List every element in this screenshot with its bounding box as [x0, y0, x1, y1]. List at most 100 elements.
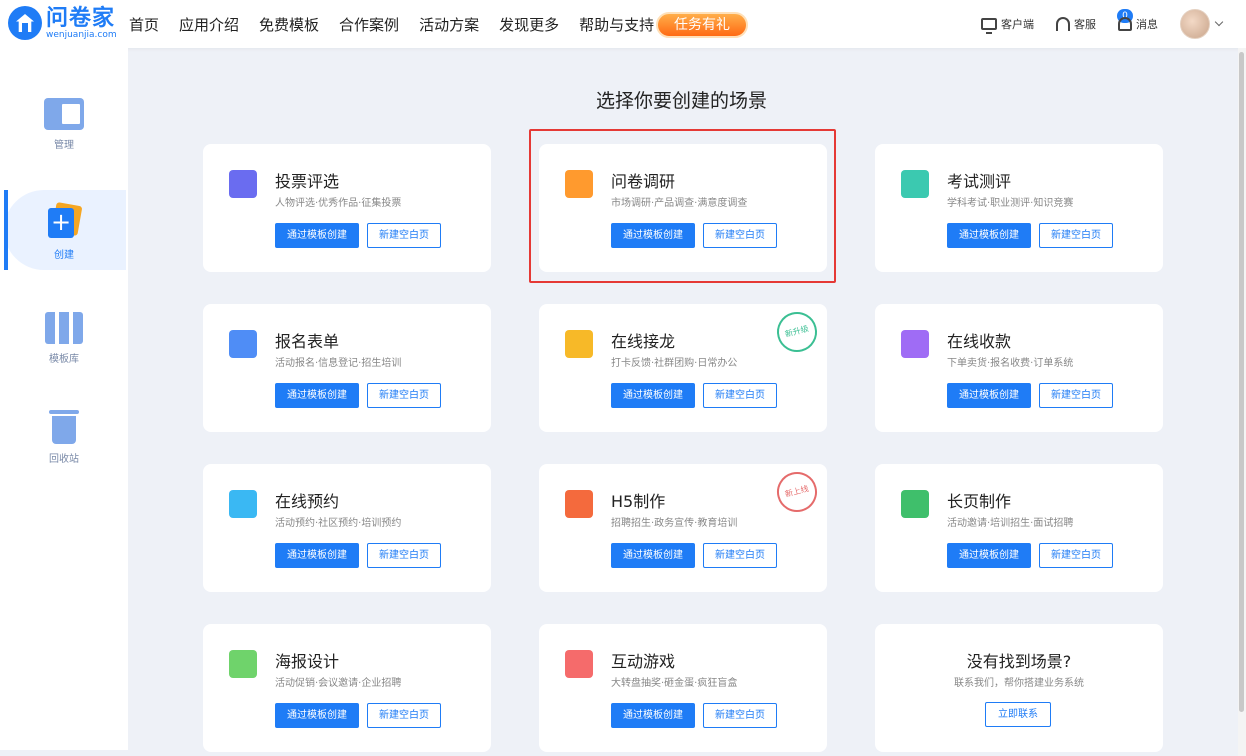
scenario-card[interactable]: H5制作 招聘招生·政务宣传·教育培训 通过模板创建 新建空白页 新上线	[539, 464, 827, 592]
client-label: 客户端	[1001, 18, 1034, 31]
create-from-template-button[interactable]: 通过模板创建	[947, 223, 1031, 248]
trash-icon	[49, 410, 79, 444]
template-library-icon	[45, 312, 83, 344]
service-link[interactable]: 客服	[1056, 16, 1096, 32]
card-title: 在线收款	[947, 332, 1012, 351]
create-from-template-button[interactable]: 通过模板创建	[611, 383, 695, 408]
logo[interactable]: 问卷家 wenjuanjia.com	[8, 6, 117, 40]
create-from-template-button[interactable]: 通过模板创建	[947, 383, 1031, 408]
card-title: 在线接龙	[611, 332, 676, 351]
sidebar-label: 回收站	[49, 454, 79, 465]
main-nav: 首页 应用介绍 免费模板 合作案例 活动方案 发现更多 帮助与支持	[129, 0, 674, 48]
sidebar-item-create[interactable]: 创建	[0, 204, 128, 261]
scenario-card[interactable]: 在线预约活动预约·社区预约·培训预约通过模板创建 新建空白页	[203, 464, 491, 592]
card-desc: 下单卖货·报名收费·订单系统	[947, 358, 1074, 369]
card-desc: 大转盘抽奖·砸金蛋·疯狂盲盒	[611, 678, 738, 689]
card-desc: 活动报名·信息登记·招生培训	[275, 358, 402, 369]
nav-activities[interactable]: 活动方案	[419, 14, 479, 35]
sidebar-item-templates[interactable]: 模板库	[0, 312, 128, 365]
scenario-card[interactable]: 投票评选人物评选·优秀作品·征集投票通过模板创建 新建空白页	[203, 144, 491, 272]
card-desc: 打卡反馈·社群团购·日常办公	[611, 358, 738, 369]
scenario-card[interactable]: 在线接龙打卡反馈·社群团购·日常办公通过模板创建 新建空白页 新升级	[539, 304, 827, 432]
card-title: 海报设计	[275, 652, 340, 671]
scenario-card[interactable]: 报名表单活动报名·信息登记·招生培训通过模板创建 新建空白页	[203, 304, 491, 432]
sidebar-label: 创建	[54, 250, 74, 261]
create-from-template-button[interactable]: 通过模板创建	[275, 703, 359, 728]
manage-icon	[44, 98, 84, 130]
scenario-card[interactable]: 考试测评学科考试·职业测评·知识竞赛通过模板创建 新建空白页	[875, 144, 1163, 272]
task-reward-button[interactable]: 任务有礼	[656, 12, 748, 38]
messages-label: 消息	[1136, 18, 1158, 31]
nav-discover[interactable]: 发现更多	[499, 14, 559, 35]
client-link[interactable]: 客户端	[981, 16, 1034, 34]
poster-icon	[229, 650, 257, 678]
create-icon	[48, 204, 80, 240]
card-not-found: 没有找到场景? 联系我们，帮你搭建业务系统 立即联系	[875, 624, 1163, 752]
sidebar-item-manage[interactable]: 管理	[0, 98, 128, 151]
create-blank-button[interactable]: 新建空白页	[367, 703, 441, 728]
card-title: 长页制作	[947, 492, 1012, 511]
card-desc: 招聘招生·政务宣传·教育培训	[611, 518, 738, 529]
sidebar-label: 模板库	[49, 354, 79, 365]
nav-app-intro[interactable]: 应用介绍	[179, 14, 239, 35]
card-title: H5制作	[611, 492, 666, 511]
card-desc: 活动促销·会议邀请·企业招聘	[275, 678, 402, 689]
scenario-card[interactable]: 海报设计活动促销·会议邀请·企业招聘通过模板创建 新建空白页	[203, 624, 491, 752]
create-from-template-button[interactable]: 通过模板创建	[611, 543, 695, 568]
scenario-card[interactable]: 长页制作活动邀请·培训招生·面试招聘通过模板创建 新建空白页	[875, 464, 1163, 592]
vote-icon	[229, 170, 257, 198]
top-header: 问卷家 wenjuanjia.com 首页 应用介绍 免费模板 合作案例 活动方…	[0, 0, 1246, 48]
card-title: 互动游戏	[611, 652, 676, 671]
contact-button[interactable]: 立即联系	[985, 702, 1051, 727]
game-icon	[565, 650, 593, 678]
card-desc: 活动预约·社区预约·培训预约	[275, 518, 402, 529]
headset-icon	[1056, 17, 1070, 31]
create-blank-button[interactable]: 新建空白页	[703, 703, 777, 728]
create-from-template-button[interactable]: 通过模板创建	[275, 223, 359, 248]
monitor-icon	[981, 18, 997, 34]
card-title: 在线预约	[275, 492, 340, 511]
create-from-template-button[interactable]: 通过模板创建	[611, 703, 695, 728]
bell-icon	[1118, 17, 1132, 31]
nav-help[interactable]: 帮助与支持	[579, 14, 654, 35]
messages-link[interactable]: 消息	[1118, 16, 1158, 32]
create-blank-button[interactable]: 新建空白页	[367, 543, 441, 568]
service-label: 客服	[1074, 18, 1096, 31]
card-desc: 活动邀请·培训招生·面试招聘	[947, 518, 1074, 529]
not-found-title: 没有找到场景?	[966, 652, 1072, 671]
sidebar-label: 管理	[54, 140, 74, 151]
card-desc: 学科考试·职业测评·知识竞赛	[947, 198, 1074, 209]
create-from-template-button[interactable]: 通过模板创建	[275, 383, 359, 408]
create-blank-button[interactable]: 新建空白页	[367, 223, 441, 248]
create-from-template-button[interactable]: 通过模板创建	[947, 543, 1031, 568]
logo-name: 问卷家	[46, 5, 116, 31]
scenario-card[interactable]: 在线收款下单卖货·报名收费·订单系统通过模板创建 新建空白页	[875, 304, 1163, 432]
create-blank-button[interactable]: 新建空白页	[1039, 383, 1113, 408]
sidebar-item-trash[interactable]: 回收站	[0, 410, 128, 465]
scenario-card[interactable]: 互动游戏大转盘抽奖·砸金蛋·疯狂盲盒通过模板创建 新建空白页	[539, 624, 827, 752]
header-actions: 客户端 客服 消息	[959, 0, 1224, 48]
upgrade-stamp: 新升级	[772, 307, 822, 357]
create-blank-button[interactable]: 新建空白页	[1039, 543, 1113, 568]
card-title: 考试测评	[947, 172, 1012, 191]
card-title: 报名表单	[275, 332, 340, 351]
create-blank-button[interactable]: 新建空白页	[1039, 223, 1113, 248]
scrollbar-thumb[interactable]	[1239, 52, 1244, 712]
card-title: 投票评选	[275, 172, 340, 191]
appointment-icon	[229, 490, 257, 518]
sidebar: 管理 创建 模板库 回收站	[0, 48, 128, 750]
logo-house-icon	[8, 6, 42, 40]
create-blank-button[interactable]: 新建空白页	[367, 383, 441, 408]
card-desc: 人物评选·优秀作品·征集投票	[275, 198, 402, 209]
nav-free-templates[interactable]: 免费模板	[259, 14, 319, 35]
create-blank-button[interactable]: 新建空白页	[703, 543, 777, 568]
chevron-down-icon[interactable]	[1214, 17, 1224, 27]
create-blank-button[interactable]: 新建空白页	[703, 383, 777, 408]
logo-url: wenjuanjia.com	[46, 29, 117, 40]
not-found-desc: 联系我们，帮你搭建业务系统	[954, 678, 1084, 689]
avatar[interactable]	[1180, 9, 1210, 39]
create-from-template-button[interactable]: 通过模板创建	[275, 543, 359, 568]
nav-cases[interactable]: 合作案例	[339, 14, 399, 35]
nav-home[interactable]: 首页	[129, 14, 159, 35]
registration-icon	[229, 330, 257, 358]
